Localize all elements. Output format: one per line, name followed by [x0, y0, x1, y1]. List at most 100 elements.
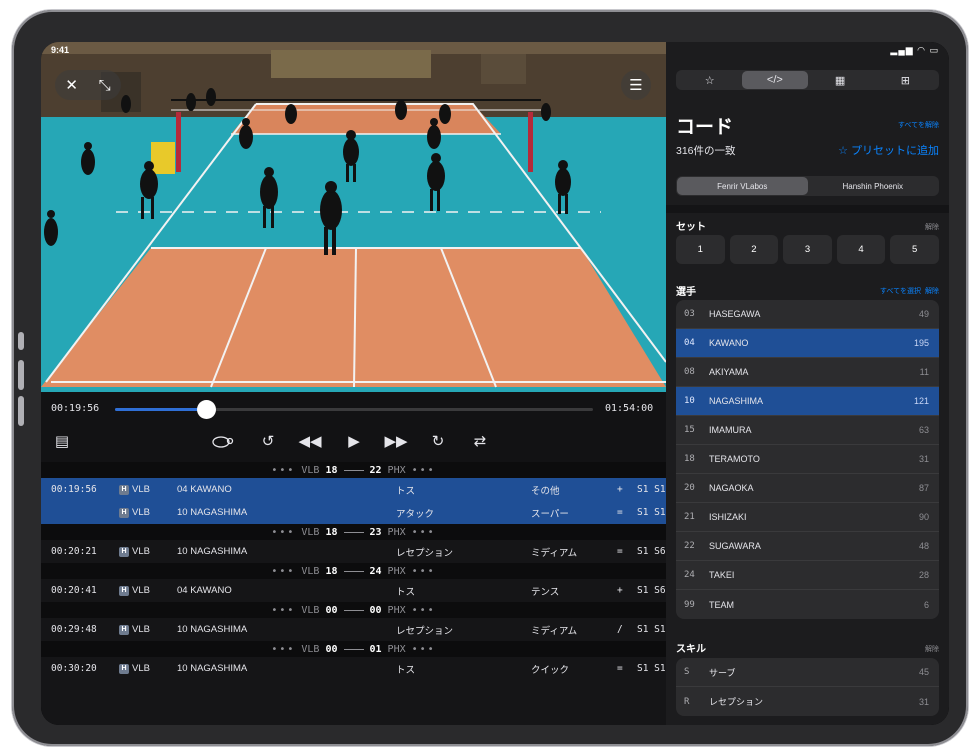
event-row[interactable]: 00:19:56 H VLB 04 KAWANO トス その他 + S1 S1 [41, 478, 666, 501]
player-name: TAKEI [709, 570, 735, 580]
event-evaluation: = [617, 507, 623, 518]
scrubber-progress [115, 408, 206, 411]
home-badge-icon: H [119, 546, 129, 557]
player-item[interactable]: 08 AKIYAMA 11 [676, 358, 939, 387]
skill-item[interactable]: S サーブ 45 [676, 658, 939, 687]
team-b-score: 00 [369, 604, 382, 616]
team-a-score: 00 [325, 643, 338, 655]
event-log[interactable]: ••• VLB 18 22 PHX ••• 00:19:56 H VLB 04 KAWANO トスそ… [41, 462, 666, 725]
sliders-icon[interactable]: ☰ [621, 70, 651, 100]
player-name: ISHIZAKI [709, 512, 747, 522]
set-button[interactable]: 2 [729, 235, 779, 264]
team-option[interactable]: Hanshin Phoenix [808, 177, 939, 195]
set-button[interactable]: 5 [890, 235, 939, 264]
divider [666, 205, 949, 213]
add-preset-button[interactable]: ☆ プリセットに追加 [838, 142, 939, 158]
team-a-score: 18 [325, 565, 338, 577]
set-button[interactable]: 4 [836, 235, 886, 264]
player-name: TEAM [709, 599, 735, 610]
event-team-code: VLB [132, 484, 150, 495]
event-quality: テンス [531, 586, 560, 598]
event-row[interactable]: 00:30:20 H VLB 10 NAGASHIMA トス クイック = S1 S1 [41, 657, 666, 680]
video-player[interactable]: ✕ ⤡ ☰ [41, 42, 666, 392]
score-separator [343, 531, 364, 533]
player-item[interactable]: 15 IMAMURA 63 [676, 416, 939, 445]
event-rotation: S1 S1 [637, 507, 666, 518]
event-player: 10 NAGASHIMA [177, 663, 248, 674]
video-window-controls: ✕ ⤡ [55, 70, 121, 100]
event-quality: ミディアム [531, 625, 578, 637]
event-team: H VLB [119, 585, 150, 596]
slow-motion-icon[interactable] [209, 430, 235, 452]
set-button[interactable]: 1 [676, 235, 725, 264]
player-item[interactable]: 03 HASEGAWA 49 [676, 300, 939, 329]
event-team: H VLB [119, 484, 150, 495]
set-clear-link[interactable]: 解除 [925, 222, 939, 232]
players-select-all-link[interactable]: すべてを選択 [880, 286, 921, 296]
event-row[interactable]: 00:20:21 H VLB 10 NAGASHIMA レセプション ミディアム = S1 S… [41, 540, 666, 563]
forward-5s-icon[interactable]: ↻ [425, 430, 451, 452]
player-count: 121 [913, 396, 929, 406]
event-time: 00:30:20 [51, 663, 97, 674]
player-name: AKIYAMA [709, 367, 749, 377]
player-item[interactable]: 10 NAGASHIMA 121 [676, 387, 939, 416]
event-evaluation: / [617, 624, 623, 635]
player-item[interactable]: 22 SUGAWARA 48 [676, 532, 939, 561]
event-row[interactable]: H VLB 10 NAGASHIMA アタック スーパー = S1 S1 [41, 501, 666, 524]
grid-tab[interactable]: ▦ [808, 71, 873, 89]
score-row: ••• VLB 18 23 PHX ••• [41, 524, 666, 540]
scrubber-track[interactable] [115, 400, 593, 419]
rewind-icon[interactable]: ◀◀ [297, 430, 323, 452]
fast-forward-icon[interactable]: ▶▶ [383, 430, 409, 452]
scrubber-thumb[interactable] [196, 400, 216, 419]
document-icon[interactable]: ▤ [49, 430, 75, 452]
skill-item[interactable]: R レセプション 31 [676, 687, 939, 716]
event-player: 04 KAWANO [177, 585, 232, 596]
favorites-tab[interactable]: ☆ [677, 71, 742, 89]
back-3s-icon[interactable]: ↺ [255, 430, 281, 452]
player-name: NAGASHIMA [709, 396, 764, 406]
event-rotation: S1 S1 [637, 624, 666, 635]
players-clear-link[interactable]: 解除 [925, 286, 939, 296]
match-count: 316件の一致 [676, 145, 736, 157]
player-number: 15 [684, 425, 695, 435]
player-number: 10 [684, 396, 695, 406]
team-b-code: PHX [387, 565, 406, 577]
event-row[interactable]: 00:29:48 H VLB 10 NAGASHIMA レセプション ミディアム / S1 S… [41, 618, 666, 641]
skill-code: R [684, 696, 690, 707]
player-item[interactable]: 24 TAKEI 28 [676, 561, 939, 590]
video-pane: ✕ ⤡ ☰ 00:19:56 01:54:00 ▤ ↺ ◀◀ ▶ ▶▶ ↻ ⇄ … [41, 42, 666, 725]
event-row[interactable]: 00:20:41 H VLB 04 KAWANO トス テンス + S1 S6 [41, 579, 666, 602]
team-a-code: VLB [301, 464, 320, 476]
player-item[interactable]: 04 KAWANO 195 [676, 329, 939, 358]
table-tab[interactable]: ⊞ [873, 71, 938, 89]
repeat-icon[interactable]: ⇄ [467, 430, 493, 452]
close-icon[interactable]: ✕ [65, 76, 78, 94]
event-quality: スーパー [531, 508, 569, 520]
player-count: 87 [918, 483, 929, 493]
set-buttons: 12345 [676, 235, 939, 264]
skills-clear-link[interactable]: 解除 [925, 644, 939, 654]
play-icon[interactable]: ▶ [341, 430, 367, 452]
event-player: 10 NAGASHIMA [177, 507, 248, 518]
code-tab[interactable]: </> [742, 71, 808, 89]
player-item[interactable]: 18 TERAMOTO 31 [676, 445, 939, 474]
event-team: H VLB [119, 507, 150, 518]
expand-icon[interactable]: ⤡ [99, 77, 111, 94]
player-list: 03 HASEGAWA 49 04 KAWANO 195 08 AKIYAMA 11 10 NAGA… [676, 300, 939, 619]
total-time: 01:54:00 [605, 403, 654, 414]
team-option[interactable]: Fenrir VLabos [677, 177, 808, 195]
player-number: 20 [684, 483, 695, 493]
team-a-code: VLB [301, 565, 320, 577]
player-item[interactable]: 99 TEAM 6 [676, 590, 939, 619]
skill-code: S [684, 667, 690, 677]
player-item[interactable]: 20 NAGAOKA 87 [676, 474, 939, 503]
clear-all-link[interactable]: すべてを解除 [898, 120, 939, 130]
skill-name: サーブ [709, 667, 736, 678]
skills-section-label: スキル [676, 644, 706, 655]
player-count: 6 [923, 599, 929, 610]
player-item[interactable]: 21 ISHIZAKI 90 [676, 503, 939, 532]
set-button[interactable]: 3 [783, 235, 832, 264]
player-name: TERAMOTO [709, 454, 760, 464]
rally-dots-right: ••• [411, 643, 436, 655]
